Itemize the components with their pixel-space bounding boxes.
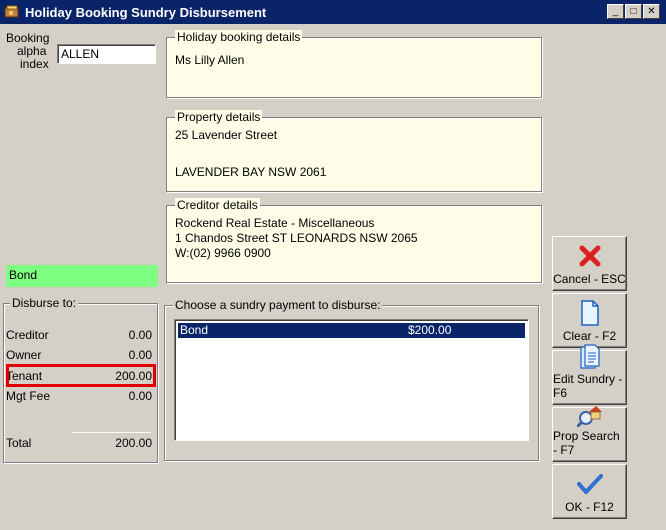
holiday-booking-details-panel: Holiday booking details Ms Lilly Allen — [166, 30, 542, 98]
booking-label-line1: Booking — [6, 31, 50, 45]
house-search-icon — [576, 403, 603, 427]
window-controls: _ □ ✕ — [607, 4, 660, 19]
close-button[interactable]: ✕ — [643, 4, 660, 19]
prop-search-button[interactable]: Prop Search - F7 — [552, 406, 627, 462]
disburse-value: 0.00 — [128, 389, 152, 403]
red-x-icon — [579, 242, 601, 270]
sundry-amount: $200.00 — [408, 323, 452, 337]
disburse-row-creditor: Creditor 0.00 — [6, 328, 152, 342]
creditor-name: Rockend Real Estate - Miscellaneous — [175, 216, 375, 230]
booking-label-line2: alpha — [17, 44, 47, 58]
app-icon — [4, 4, 22, 20]
creditor-phone: W:(02) 9966 0900 — [175, 246, 271, 260]
guest-name: Ms Lilly Allen — [175, 53, 245, 67]
disburse-label: Creditor — [6, 328, 49, 342]
disburse-label: Mgt Fee — [6, 389, 51, 403]
ok-label: OK - F12 — [565, 500, 614, 514]
maximize-button[interactable]: □ — [625, 4, 642, 19]
minimize-icon: _ — [612, 5, 619, 17]
title-bar[interactable]: Holiday Booking Sundry Disbursement _ □ … — [0, 0, 666, 24]
booking-alpha-index-input[interactable]: ALLEN — [57, 44, 156, 64]
holiday-booking-details-title: Holiday booking details — [175, 30, 303, 44]
window-title: Holiday Booking Sundry Disbursement — [25, 4, 267, 20]
total-value: 200.00 — [115, 436, 152, 450]
edit-sundry-button[interactable]: Edit Sundry - F6 — [552, 344, 627, 405]
property-details-panel: Property details 25 Lavender Street LAVE… — [166, 110, 542, 192]
property-suburb: LAVENDER BAY NSW 2061 — [175, 165, 327, 179]
creditor-details-panel: Creditor details Rockend Real Estate - M… — [166, 198, 542, 283]
cancel-button[interactable]: Cancel - ESC — [552, 236, 627, 291]
tenant-highlight-box — [6, 364, 156, 387]
clear-label: Clear - F2 — [562, 329, 617, 343]
property-street: 25 Lavender Street — [175, 128, 278, 142]
total-label: Total — [6, 436, 32, 450]
disburse-row-owner: Owner 0.00 — [6, 348, 152, 362]
total-divider — [72, 432, 151, 433]
disburse-to-title: Disburse to: — [10, 296, 79, 310]
minimize-button[interactable]: _ — [607, 4, 624, 19]
disburse-label: Owner — [6, 348, 42, 362]
creditor-details-title: Creditor details — [175, 198, 260, 212]
booking-label-line3: index — [20, 57, 49, 71]
maximize-icon: □ — [630, 5, 637, 17]
cancel-label: Cancel - ESC — [553, 272, 626, 286]
sundry-name: Bond — [180, 323, 209, 337]
disburse-value: 0.00 — [128, 348, 152, 362]
property-details-title: Property details — [175, 110, 263, 124]
disburse-row-total: Total 200.00 — [6, 436, 152, 450]
sundry-list[interactable]: Bond $200.00 — [174, 319, 529, 441]
document-icon — [579, 344, 601, 370]
blank-page-icon — [580, 299, 600, 327]
edit-sundry-label: Edit Sundry - F6 — [553, 372, 623, 400]
clear-button[interactable]: Clear - F2 — [552, 293, 627, 348]
list-item[interactable]: Bond $200.00 — [178, 323, 525, 338]
close-icon: ✕ — [647, 5, 656, 17]
selected-sundry-bar: Bond — [6, 265, 158, 287]
prop-search-label: Prop Search - F7 — [553, 429, 620, 457]
disburse-value: 0.00 — [128, 328, 152, 342]
holiday-booking-sundry-window: Holiday Booking Sundry Disbursement _ □ … — [0, 0, 666, 530]
checkmark-icon — [576, 470, 603, 498]
disburse-row-mgt-fee: Mgt Fee 0.00 — [6, 389, 152, 403]
sundry-payment-title: Choose a sundry payment to disburse: — [173, 298, 383, 312]
ok-button[interactable]: OK - F12 — [552, 464, 627, 519]
creditor-address: 1 Chandos Street ST LEONARDS NSW 2065 — [175, 231, 418, 245]
